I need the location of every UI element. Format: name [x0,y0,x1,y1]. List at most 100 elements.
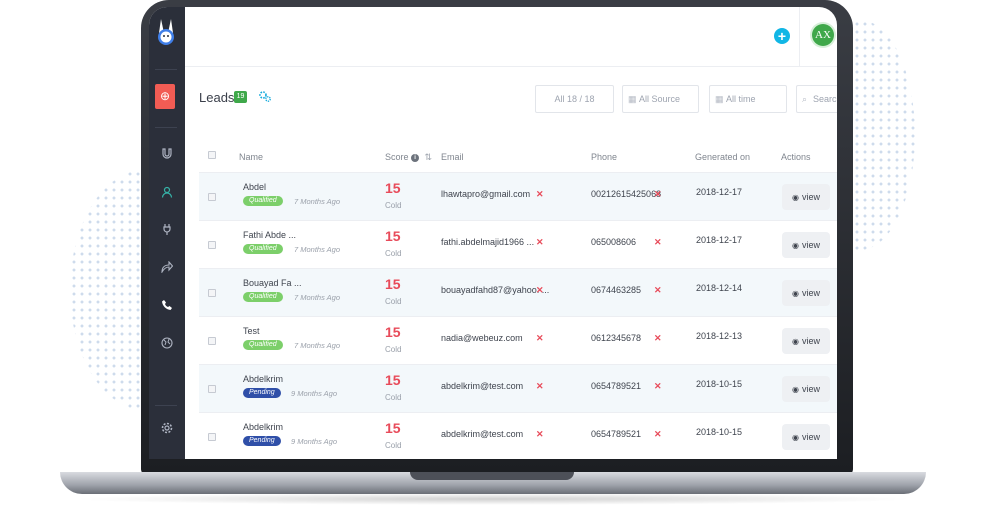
leads-count-badge: 19 [234,91,247,103]
lead-score: 15 [385,228,401,244]
lead-temperature: Cold [385,345,402,354]
lead-age: 7 Months Ago [294,341,340,350]
email-invalid-icon: ✕ [536,237,544,247]
laptop-notch [410,472,574,480]
calendar-icon: ▦ [628,94,637,104]
phone-icon[interactable] [158,298,176,316]
select-all-checkbox[interactable] [208,151,216,159]
col-name[interactable]: Name [239,152,263,162]
lead-generated-date: 2018-10-15 [696,379,743,389]
source-filter-label: All Source [639,94,681,104]
sort-icon[interactable]: ⇅ [425,152,433,162]
table-row[interactable]: Abdelkrim Pending 9 Months Ago 15 Cold abdelk… [199,364,837,412]
col-score[interactable]: Score i ⇅ [385,152,432,163]
row-checkbox[interactable] [208,241,216,249]
view-button[interactable]: ◉ view [782,424,830,450]
magnet-icon[interactable] [158,147,176,165]
search-input[interactable]: ⌕ Search [796,85,837,113]
user-icon[interactable] [158,185,176,203]
table-row[interactable]: Test Qualified 7 Months Ago 15 Cold nadia@web… [199,316,837,364]
plug-icon[interactable] [158,222,176,240]
avatar[interactable]: AX [812,24,834,46]
table-row[interactable]: Bouayad Fa ... Qualified 7 Months Ago 15 Col… [199,268,837,316]
view-button[interactable]: ◉ view [782,328,830,354]
lead-name[interactable]: Abdelkrim [243,422,283,432]
lead-generated-date: 2018-12-13 [696,331,743,341]
table-row[interactable]: Fathi Abde ... Qualified 7 Months Ago 15 Col… [199,220,837,268]
add-button[interactable]: + [774,28,790,44]
lead-score: 15 [385,180,401,196]
status-badge: Pending [243,436,281,446]
sidebar-add-button[interactable]: ⊕ [155,84,175,109]
lead-email: lhawtapro@gmail.com [441,189,531,199]
email-invalid-icon: ✕ [536,189,544,199]
phone-invalid-icon: ✕ [654,189,662,199]
phone-invalid-icon: ✕ [654,237,662,247]
col-phone[interactable]: Phone [591,152,617,162]
table-row[interactable]: Abdelkrim Pending 9 Months Ago 15 Cold abdelk… [199,412,837,459]
lead-phone: 0674463285 [591,285,642,295]
eye-icon: ◉ [792,433,799,442]
settings-cog-icon[interactable] [258,89,272,103]
lead-name[interactable]: Abdel [243,182,266,192]
status-badge: Qualified [243,340,283,350]
sidebar-divider [155,127,177,128]
lead-name[interactable]: Abdelkrim [243,374,283,384]
table-header: Name Score i ⇅ Email Phone Generated on … [185,147,837,173]
col-actions: Actions [781,152,811,162]
stage: ⊕ + AX Leads 19 All 18 / 18 ▦ All Source… [0,0,994,528]
lead-phone: 0654789521 [591,429,642,439]
view-button[interactable]: ◉ view [782,184,830,210]
laptop-base [60,472,926,494]
lead-phone: 00212615425068 [591,189,662,199]
lead-score: 15 [385,324,401,340]
email-invalid-icon: ✕ [536,429,544,439]
lead-age: 9 Months Ago [291,437,337,446]
status-badge: Qualified [243,244,283,254]
lead-name[interactable]: Test [243,326,260,336]
view-button[interactable]: ◉ view [782,232,830,258]
col-generated[interactable]: Generated on [695,152,750,162]
table-row[interactable]: Abdel Qualified 7 Months Ago 15 Cold lhawtapr… [199,172,837,220]
status-badge: Qualified [243,196,283,206]
lead-email: abdelkrim@test.com [441,381,524,391]
gear-icon[interactable] [158,421,176,439]
lead-email: bouayadfahd87@yahoo. ... [441,285,550,295]
globe-icon[interactable] [158,336,176,354]
search-placeholder: Search [813,94,837,104]
lead-generated-date: 2018-12-17 [696,235,743,245]
view-button[interactable]: ◉ view [782,280,830,306]
all-filter[interactable]: All 18 / 18 [535,85,614,113]
view-button[interactable]: ◉ view [782,376,830,402]
lead-score: 15 [385,420,401,436]
row-checkbox[interactable] [208,385,216,393]
eye-icon: ◉ [792,289,799,298]
sidebar: ⊕ [149,7,185,459]
lead-score: 15 [385,276,401,292]
view-button-label: view [801,336,820,346]
eye-icon: ◉ [792,337,799,346]
rabbit-logo-icon[interactable] [153,17,179,47]
lead-name[interactable]: Bouayad Fa ... [243,278,302,288]
page-title: Leads [199,90,235,105]
lead-phone: 065008606 [591,237,637,247]
source-filter[interactable]: ▦ All Source [622,85,699,113]
lead-generated-date: 2018-12-14 [696,283,743,293]
lead-phone: 0612345678 [591,333,642,343]
time-filter[interactable]: ▦ All time [709,85,787,113]
lead-temperature: Cold [385,393,402,402]
row-checkbox[interactable] [208,193,216,201]
phone-invalid-icon: ✕ [654,429,662,439]
lead-temperature: Cold [385,201,402,210]
lead-score: 15 [385,372,401,388]
share-icon[interactable] [158,260,176,278]
lead-phone: 0654789521 [591,381,642,391]
row-checkbox[interactable] [208,337,216,345]
lead-name[interactable]: Fathi Abde ... [243,230,296,240]
email-invalid-icon: ✕ [536,381,544,391]
lead-email: nadia@webeuz.com [441,333,523,343]
lead-age: 7 Months Ago [294,245,340,254]
row-checkbox[interactable] [208,433,216,441]
row-checkbox[interactable] [208,289,216,297]
col-email[interactable]: Email [441,152,464,162]
